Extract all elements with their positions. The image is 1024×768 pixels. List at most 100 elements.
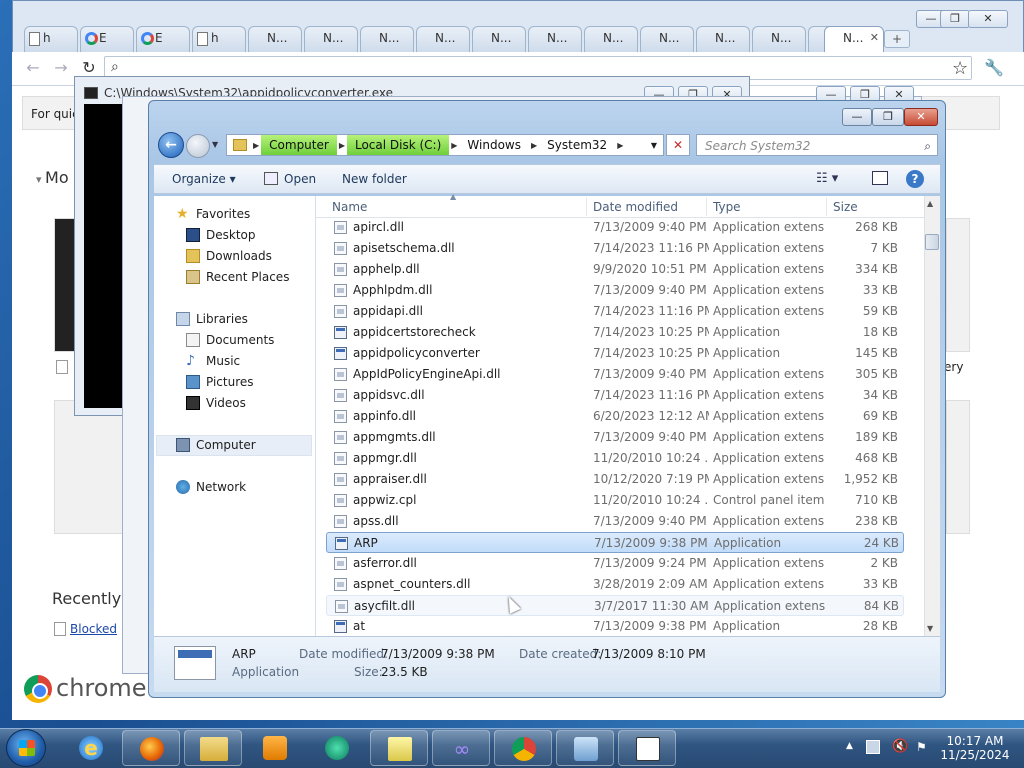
- nav-pictures[interactable]: Pictures: [206, 375, 254, 389]
- column-divider[interactable]: [706, 198, 707, 216]
- nav-downloads[interactable]: Downloads: [206, 249, 272, 263]
- chevron-right-icon[interactable]: ▶: [251, 141, 261, 150]
- chrome-tab[interactable]: h: [192, 26, 246, 52]
- file-row[interactable]: ARP 7/13/2009 9:38 PM Application 24 KB: [326, 532, 904, 553]
- help-icon[interactable]: ?: [906, 170, 924, 188]
- breadcrumb-computer[interactable]: Computer: [261, 135, 337, 155]
- address-dropdown-icon[interactable]: ▼: [651, 141, 657, 150]
- nav-network[interactable]: Network: [196, 480, 246, 494]
- taskbar-app[interactable]: [308, 730, 366, 766]
- chrome-tab[interactable]: E: [136, 26, 190, 52]
- blocked-link[interactable]: Blocked: [70, 622, 117, 636]
- back-arrow-icon[interactable]: ←: [22, 58, 44, 78]
- preview-pane-icon[interactable]: [872, 171, 888, 185]
- file-row[interactable]: appinfo.dll 6/20/2023 12:12 AM Application…: [326, 406, 904, 427]
- stop-icon[interactable]: ✕: [666, 134, 690, 156]
- bookmark-star-icon[interactable]: ☆: [952, 58, 968, 79]
- file-row[interactable]: appmgmts.dll 7/13/2009 9:40 PM Application…: [326, 427, 904, 448]
- nav-recent-places[interactable]: Recent Places: [206, 270, 289, 284]
- file-row[interactable]: appmgr.dll 11/20/2010 10:24 ... Applicatio…: [326, 448, 904, 469]
- column-date-modified[interactable]: Date modified: [593, 200, 678, 214]
- nav-videos[interactable]: Videos: [206, 396, 246, 410]
- file-row[interactable]: Apphlpdm.dll 7/13/2009 9:40 PM Application…: [326, 280, 904, 301]
- file-row[interactable]: apphelp.dll 9/9/2020 10:51 PM Application …: [326, 259, 904, 280]
- chrome-tab[interactable]: N...: [248, 26, 302, 52]
- chrome-tab[interactable]: N...: [472, 26, 526, 52]
- column-divider[interactable]: [826, 198, 827, 216]
- nav-libraries[interactable]: Libraries: [196, 312, 248, 326]
- nav-documents[interactable]: Documents: [206, 333, 274, 347]
- file-row[interactable]: AppIdPolicyEngineApi.dll 7/13/2009 9:40 P…: [326, 364, 904, 385]
- thumbnail-card[interactable]: [946, 400, 970, 534]
- network-tray-icon[interactable]: [866, 740, 880, 754]
- thumbnail-card[interactable]: [946, 218, 970, 352]
- nav-desktop[interactable]: Desktop: [206, 228, 256, 242]
- search-icon[interactable]: ⌕: [924, 138, 931, 154]
- file-row[interactable]: appidcertstorecheck 7/14/2023 10:25 PM App…: [326, 322, 904, 343]
- start-button[interactable]: [6, 729, 46, 767]
- explorer-minimize-button[interactable]: —: [842, 108, 872, 126]
- breadcrumb-system32[interactable]: System32: [539, 135, 615, 155]
- recent-pages-chevron-icon[interactable]: ▼: [212, 140, 218, 149]
- chrome-maximize-button[interactable]: ❐: [940, 10, 970, 28]
- chrome-tab[interactable]: N...: [696, 26, 750, 52]
- taskbar-control-panel[interactable]: [556, 730, 614, 766]
- search-input[interactable]: Search System32 ⌕: [696, 134, 938, 156]
- forward-button[interactable]: [186, 134, 210, 158]
- nav-music[interactable]: Music: [206, 354, 240, 368]
- taskbar-explorer[interactable]: [184, 730, 242, 766]
- scroll-down-icon[interactable]: ▼: [927, 624, 933, 633]
- most-visited-heading[interactable]: ▾ Mo: [36, 168, 69, 187]
- volume-muted-icon[interactable]: 🔇: [892, 740, 908, 754]
- file-row[interactable]: appidapi.dll 7/14/2023 11:16 PM Applicatio…: [326, 301, 904, 322]
- file-row[interactable]: apircl.dll 7/13/2009 9:40 PM Application e…: [326, 217, 904, 238]
- taskbar-visual-studio[interactable]: ∞: [432, 730, 490, 766]
- chrome-tab[interactable]: N...: [752, 26, 806, 52]
- explorer-maximize-button[interactable]: ❐: [872, 108, 904, 126]
- column-divider[interactable]: [586, 198, 587, 216]
- file-row[interactable]: apisetschema.dll 7/14/2023 11:16 PM Applic…: [326, 238, 904, 259]
- file-row[interactable]: appidpolicyconverter 7/14/2023 10:25 PM Ap…: [326, 343, 904, 364]
- nav-favorites[interactable]: Favorites: [196, 207, 250, 221]
- vertical-scrollbar[interactable]: [924, 196, 940, 636]
- chrome-tab-active[interactable]: N... ✕: [824, 26, 884, 54]
- chevron-right-icon[interactable]: ▶: [529, 141, 539, 150]
- clock[interactable]: 10:17 AM 11/25/2024: [940, 734, 1010, 762]
- chrome-tab[interactable]: E: [80, 26, 134, 52]
- column-type[interactable]: Type: [713, 200, 741, 214]
- file-row[interactable]: asferror.dll 7/13/2009 9:24 PM Application…: [326, 553, 904, 574]
- tab-close-icon[interactable]: ✕: [870, 31, 879, 44]
- organize-button[interactable]: Organize ▾: [172, 172, 236, 186]
- explorer-close-button[interactable]: ✕: [904, 108, 938, 126]
- file-row[interactable]: at 7/13/2009 9:38 PM Application 28 KB: [326, 616, 904, 637]
- chrome-tab[interactable]: N...: [416, 26, 470, 52]
- nav-computer[interactable]: Computer: [196, 438, 256, 452]
- file-row[interactable]: appidsvc.dll 7/14/2023 11:16 PM Applicatio…: [326, 385, 904, 406]
- chevron-right-icon[interactable]: ▶: [615, 141, 625, 150]
- open-button[interactable]: Open: [284, 172, 316, 186]
- wrench-icon[interactable]: 🔧: [984, 58, 1004, 77]
- taskbar-firefox[interactable]: [122, 730, 180, 766]
- new-tab-button[interactable]: +: [884, 30, 910, 48]
- chrome-tab[interactable]: N...: [584, 26, 638, 52]
- scroll-up-icon[interactable]: ▲: [927, 199, 933, 208]
- chevron-right-icon[interactable]: ▶: [449, 141, 459, 150]
- reload-icon[interactable]: ↻: [78, 58, 100, 78]
- new-folder-button[interactable]: New folder: [342, 172, 407, 186]
- taskbar-chrome[interactable]: [494, 730, 552, 766]
- file-row[interactable]: appwiz.cpl 11/20/2010 10:24 ... Control pa…: [326, 490, 904, 511]
- breadcrumb-windows[interactable]: Windows: [459, 135, 529, 155]
- chrome-close-button[interactable]: ✕: [968, 10, 1008, 28]
- file-row[interactable]: appraiser.dll 10/12/2020 7:19 PM Applicati…: [326, 469, 904, 490]
- taskbar-sticky-notes[interactable]: [370, 730, 428, 766]
- scrollbar-thumb[interactable]: [925, 234, 939, 250]
- breadcrumb-local-disk[interactable]: Local Disk (C:): [346, 135, 450, 155]
- chrome-tab[interactable]: N...: [360, 26, 414, 52]
- file-row[interactable]: asycfilt.dll 3/7/2017 11:30 AM Application…: [326, 595, 904, 616]
- taskbar-media-player[interactable]: [246, 730, 304, 766]
- forward-arrow-icon[interactable]: →: [50, 58, 72, 78]
- taskbar-ie[interactable]: e: [62, 730, 120, 766]
- chrome-tab[interactable]: h: [24, 26, 78, 52]
- column-name[interactable]: Name: [332, 200, 367, 214]
- file-row[interactable]: aspnet_counters.dll 3/28/2019 2:09 AM Appl…: [326, 574, 904, 595]
